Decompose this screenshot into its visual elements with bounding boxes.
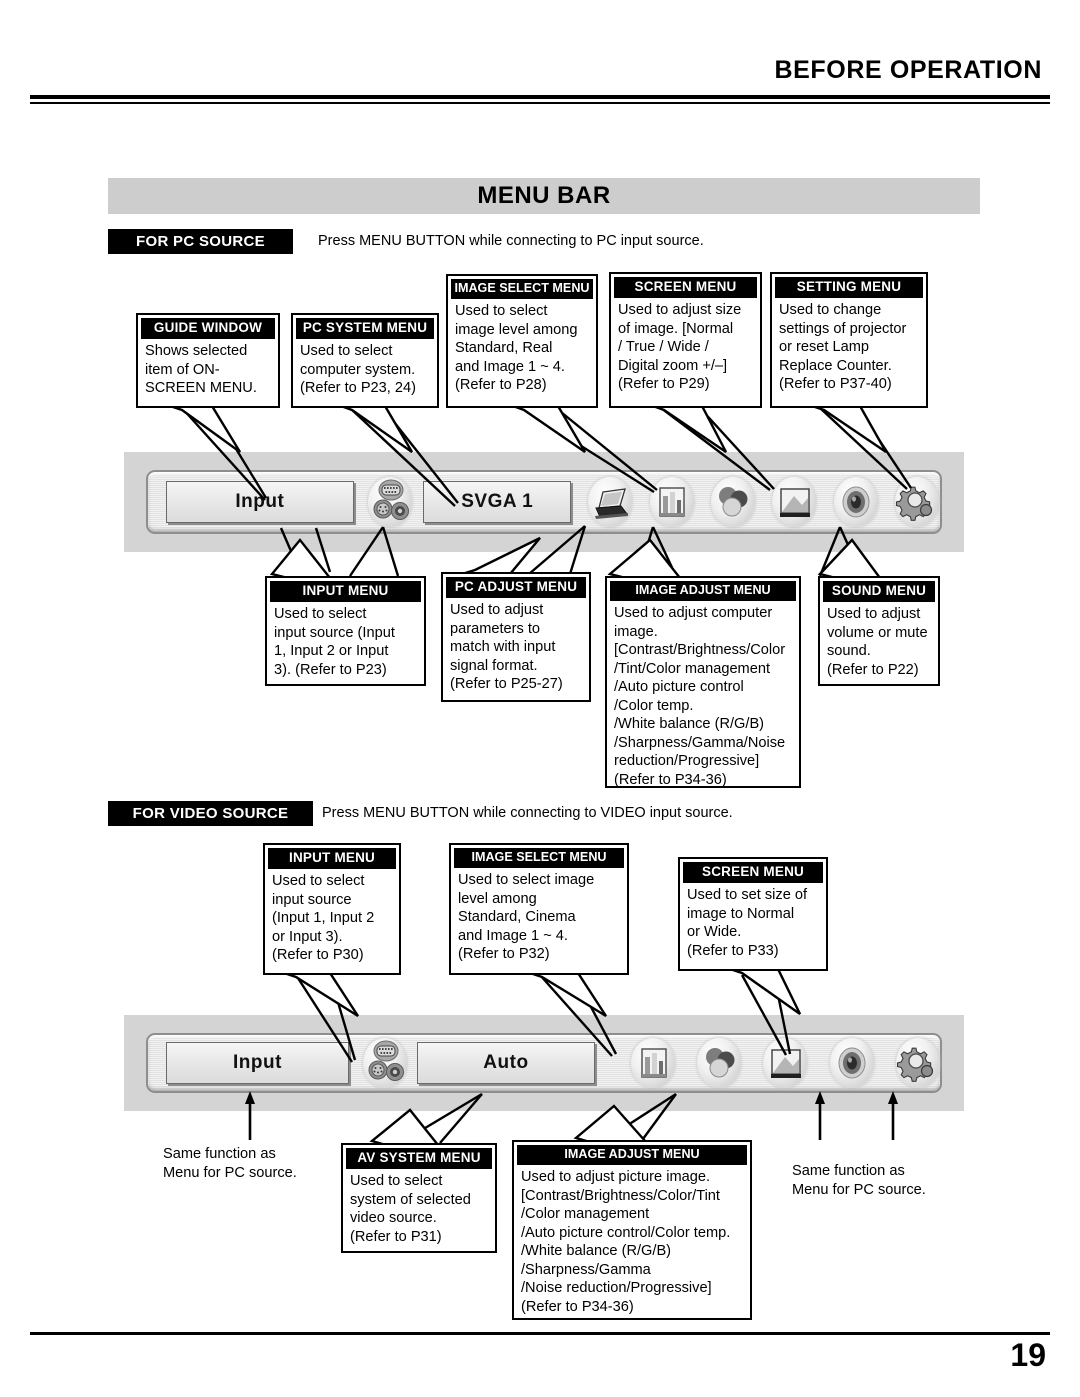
callout-body: Shows selected item of ON- SCREEN MENU. bbox=[145, 343, 257, 397]
callout-input-menu-video: INPUT MENU Used to select input source (… bbox=[263, 843, 401, 975]
callout-title: PC ADJUST MENU bbox=[446, 577, 586, 599]
callout-body: Used to select image level among Standar… bbox=[455, 303, 578, 394]
callout-title: INPUT MENU bbox=[268, 848, 396, 870]
callout-body: Used to adjust picture image. [Contrast/… bbox=[521, 1169, 731, 1315]
callout-title: INPUT MENU bbox=[270, 581, 421, 603]
callout-body: Used to adjust computer image. [Contrast… bbox=[614, 605, 786, 788]
callout-body: Used to select input source (Input 1, In… bbox=[274, 606, 395, 678]
callout-body: Used to adjust parameters to match with … bbox=[450, 602, 563, 693]
callout-image-adjust-menu-pc: IMAGE ADJUST MENU Used to adjust compute… bbox=[605, 576, 801, 788]
callout-title: SOUND MENU bbox=[823, 581, 935, 603]
callout-sound-menu: SOUND MENU Used to adjust volume or mute… bbox=[818, 576, 940, 686]
callout-image-select-menu-pc: IMAGE SELECT MENU Used to select image l… bbox=[446, 274, 598, 408]
callout-body: Used to adjust volume or mute sound. (Re… bbox=[827, 606, 928, 678]
callout-title: SETTING MENU bbox=[775, 277, 923, 299]
callout-input-menu-pc: INPUT MENU Used to select input source (… bbox=[265, 576, 426, 686]
callout-body: Used to adjust size of image. [Normal / … bbox=[618, 302, 742, 393]
manual-page: BEFORE OPERATION MENU BAR FOR PC SOURCE … bbox=[0, 0, 1080, 1397]
callout-title: IMAGE ADJUST MENU bbox=[517, 1145, 747, 1166]
callout-guide-window: GUIDE WINDOW Shows selected item of ON- … bbox=[136, 313, 280, 408]
callout-pc-adjust-menu: PC ADJUST MENU Used to adjust parameters… bbox=[441, 572, 591, 702]
callout-screen-menu-video: SCREEN MENU Used to set size of image to… bbox=[678, 857, 828, 971]
callout-title: IMAGE ADJUST MENU bbox=[610, 581, 796, 602]
callout-title: AV SYSTEM MENU bbox=[346, 1148, 492, 1170]
callout-setting-menu: SETTING MENU Used to change settings of … bbox=[770, 272, 928, 408]
callout-av-system-menu: AV SYSTEM MENU Used to select system of … bbox=[341, 1143, 497, 1253]
callout-body: Used to select image level among Standar… bbox=[458, 872, 595, 963]
callout-title: PC SYSTEM MENU bbox=[296, 318, 434, 340]
callout-image-select-menu-video: IMAGE SELECT MENU Used to select image l… bbox=[449, 843, 629, 975]
callout-title: IMAGE SELECT MENU bbox=[451, 279, 593, 300]
callout-title: SCREEN MENU bbox=[683, 862, 823, 884]
callout-pc-system-menu: PC SYSTEM MENU Used to select computer s… bbox=[291, 313, 439, 408]
callout-body: Used to select input source (Input 1, In… bbox=[272, 873, 375, 964]
callout-body: Used to select computer system. (Refer t… bbox=[300, 343, 416, 397]
callout-title: GUIDE WINDOW bbox=[141, 318, 275, 340]
callout-title: SCREEN MENU bbox=[614, 277, 757, 299]
callout-title: IMAGE SELECT MENU bbox=[454, 848, 624, 869]
callout-image-adjust-menu-video: IMAGE ADJUST MENU Used to adjust picture… bbox=[512, 1140, 752, 1320]
callout-screen-menu-pc: SCREEN MENU Used to adjust size of image… bbox=[609, 272, 762, 408]
callout-body: Used to set size of image to Normal or W… bbox=[687, 887, 808, 959]
callout-body: Used to change settings of projector or … bbox=[779, 302, 907, 393]
callout-body: Used to select system of selected video … bbox=[350, 1173, 471, 1245]
